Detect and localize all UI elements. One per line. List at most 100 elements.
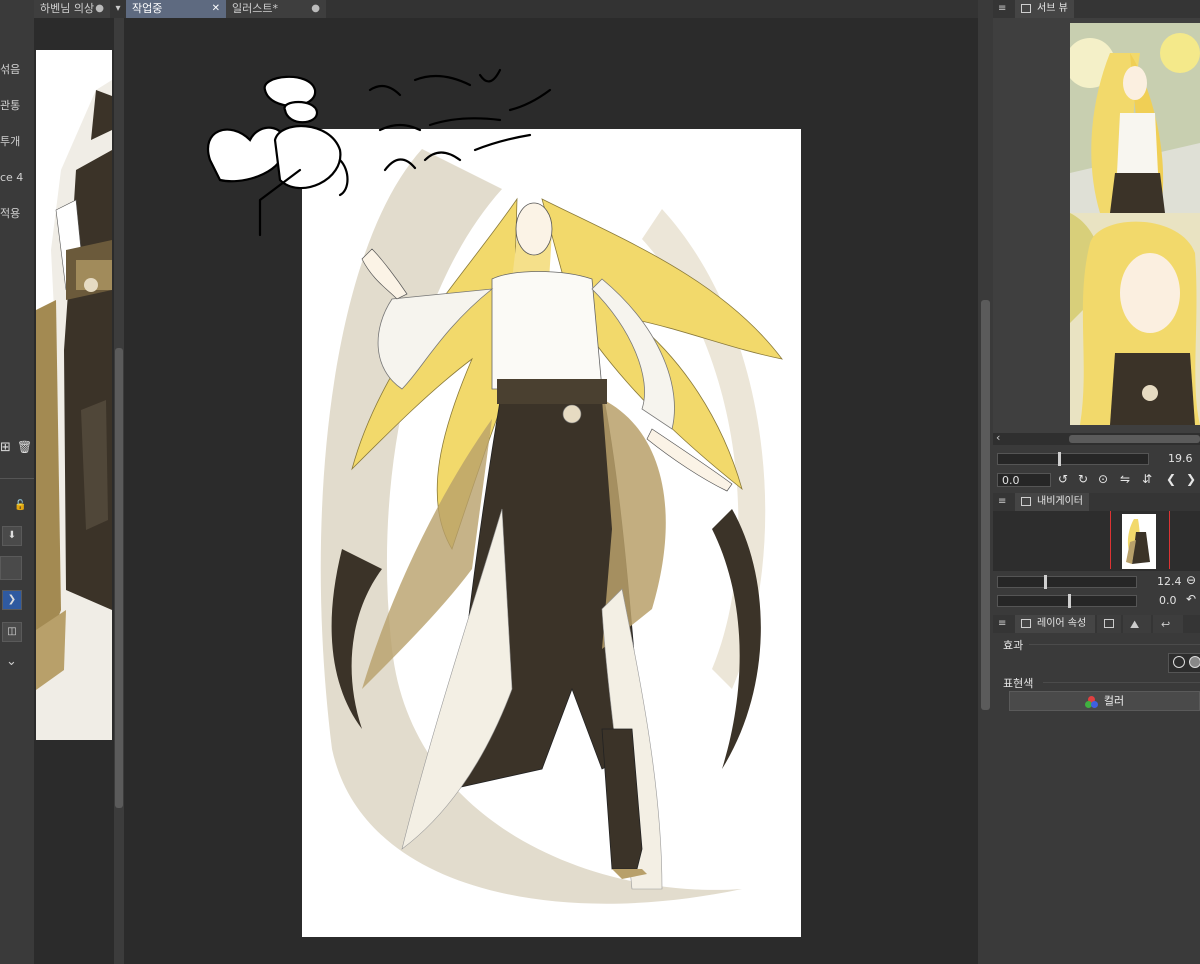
navigator-rotate-slider[interactable]	[997, 594, 1137, 608]
divider	[1043, 682, 1200, 683]
tab-reference[interactable]: 하벤님 의상 ●	[34, 0, 110, 18]
reference-artwork	[1070, 23, 1200, 425]
sub-view-rotate-field[interactable]: 0.0	[997, 473, 1051, 487]
effect-buttons[interactable]	[1168, 653, 1200, 673]
add-layer-icon[interactable]: ⊞	[0, 440, 11, 455]
sub-view-zoom-value: 19.6	[1168, 452, 1193, 465]
slider-knob[interactable]	[1058, 452, 1061, 466]
tab-navigator[interactable]: 내비게이터	[1015, 493, 1089, 511]
right-panel: ≡ 서브 뷰 ‹ 19.6 0.0 ↺ ↻ ⊙ ⇋ ⇵ ❮ ❯ ≡ 내비게이터 …	[993, 0, 1200, 964]
canvas-vertical-scrollbar[interactable]	[978, 0, 993, 964]
sub-view-icon	[1021, 4, 1031, 13]
scroll-thumb[interactable]	[981, 300, 990, 710]
tool-option-4[interactable]: ce 4	[0, 164, 34, 192]
scroll-thumb[interactable]	[1069, 435, 1200, 443]
chevron-down-icon[interactable]: ⌄	[6, 654, 17, 669]
close-icon[interactable]: ●	[311, 0, 320, 18]
panel-menu-icon[interactable]: ≡	[998, 0, 1006, 18]
sub-view-image	[1070, 23, 1200, 425]
layer-properties-icon	[1021, 619, 1031, 628]
tool-option-2[interactable]: 관통	[0, 92, 34, 120]
handwritten-note	[207, 68, 552, 237]
divider	[0, 478, 34, 479]
close-icon[interactable]: ●	[95, 0, 104, 18]
layer-buttons: ⊞ 🗑	[0, 440, 34, 456]
tool-option-label: 관통	[0, 99, 21, 112]
tool-option-label: 투개	[0, 135, 21, 148]
slider-knob[interactable]	[1068, 594, 1071, 608]
tab-sub-view[interactable]: 서브 뷰	[1015, 0, 1074, 18]
tab-material[interactable]: ⛰	[1123, 615, 1151, 633]
tab-label: 서브 뷰	[1037, 3, 1068, 14]
navigator-zoom-value: 12.4	[1157, 575, 1182, 588]
border-effect-icon[interactable]	[1173, 656, 1185, 668]
next-icon: ❯	[7, 594, 17, 605]
document-tab-bar: 작업중 ✕ 일러스트* ●	[126, 0, 978, 18]
zoom-out-icon[interactable]: ⊖	[1183, 573, 1199, 587]
rotate-value: 0.0	[1002, 474, 1020, 487]
tool-option-label: ce 4	[0, 171, 24, 184]
layer-properties-body: 효과 표현색 컬러	[993, 633, 1200, 964]
download-icon: ⬇	[7, 530, 17, 541]
tab-working[interactable]: 작업중 ✕	[126, 0, 226, 18]
tool-option-label: 섞음	[0, 63, 21, 76]
tool-option-1[interactable]: 섞음	[0, 56, 34, 84]
canvas-paper[interactable]	[302, 129, 801, 937]
scroll-thumb[interactable]	[115, 348, 123, 808]
color-circles-icon	[1084, 695, 1099, 708]
navigator-thumbnail-art	[1126, 519, 1150, 564]
outfit-illustration	[36, 80, 112, 740]
flip-vertical-icon[interactable]: ⇵	[1139, 472, 1155, 486]
navigator-thumbnail	[1122, 514, 1156, 569]
expand-button[interactable]: ❯	[2, 590, 22, 610]
history-icon: ↩	[1161, 618, 1171, 631]
tab-label: 작업중	[132, 2, 163, 15]
tab-label: 레이어 속성	[1037, 618, 1087, 629]
navigator-zoom-slider[interactable]	[997, 575, 1137, 589]
navigator-rotate-value: 0.0	[1159, 594, 1177, 607]
effect-label: 효과	[1003, 639, 1024, 652]
panel-menu-icon[interactable]: ≡	[998, 615, 1006, 633]
reset-rotate-icon[interactable]: ↶	[1183, 592, 1199, 606]
flip-horizontal-icon[interactable]: ⇋	[1117, 472, 1133, 486]
tab-menu[interactable]: ▾	[110, 0, 126, 18]
download-button[interactable]: ⬇	[2, 526, 22, 546]
slider-knob[interactable]	[1044, 575, 1047, 589]
reference-canvas	[36, 50, 112, 740]
panel-menu-icon[interactable]: ≡	[998, 493, 1006, 511]
delete-icon[interactable]: 🗑	[17, 440, 32, 454]
tab-history[interactable]: ↩	[1153, 615, 1183, 633]
next-icon[interactable]: ❯	[1183, 472, 1199, 486]
mask-icon: ◫	[7, 626, 17, 637]
sub-view-horizontal-scrollbar[interactable]: ‹	[993, 431, 1200, 445]
tool-option-5[interactable]: 적용	[0, 200, 34, 228]
navigator-preview[interactable]	[993, 511, 1200, 571]
prev-icon[interactable]: ❮	[1163, 472, 1179, 486]
close-icon[interactable]: ✕	[212, 0, 220, 18]
tab-layer-properties[interactable]: 레이어 속성	[1015, 615, 1095, 633]
tool-option-3[interactable]: 투개	[0, 128, 34, 156]
tab-illustration[interactable]: 일러스트* ●	[226, 0, 326, 18]
tone-effect-icon[interactable]	[1189, 656, 1200, 668]
scroll-left-icon[interactable]: ‹	[996, 431, 1000, 444]
tab-layer-search[interactable]	[1097, 615, 1121, 633]
tab-label: 내비게이터	[1037, 496, 1083, 507]
sub-view-area	[993, 18, 1200, 433]
rotate-left-icon[interactable]: ↺	[1055, 472, 1071, 486]
expression-color-label: 표현색	[1003, 677, 1034, 690]
tool-option-label: 적용	[0, 207, 21, 220]
sub-view-header: ≡ 서브 뷰	[993, 0, 1200, 18]
lock-icon[interactable]: 🔓	[14, 500, 26, 511]
tab-label: 일러스트*	[232, 2, 278, 15]
vertical-scrollbar[interactable]	[114, 18, 124, 964]
mask-button[interactable]: ◫	[2, 622, 22, 642]
navigator-header: ≡ 내비게이터	[993, 493, 1200, 511]
image-icon	[1104, 619, 1114, 628]
reference-document-pane: 하벤님 의상 ● ▾	[34, 0, 126, 964]
tool-property-panel: 섞음 관통 투개 ce 4 적용 ⊞ 🗑 🔓 ⬇ ❯ ◫ ⌄	[0, 0, 34, 964]
color-mode-button[interactable]: 컬러	[1009, 691, 1200, 711]
sub-view-zoom-slider[interactable]	[997, 452, 1149, 466]
color-swatch[interactable]	[0, 556, 22, 580]
reset-rotation-icon[interactable]: ⊙	[1095, 472, 1111, 486]
rotate-right-icon[interactable]: ↻	[1075, 472, 1091, 486]
